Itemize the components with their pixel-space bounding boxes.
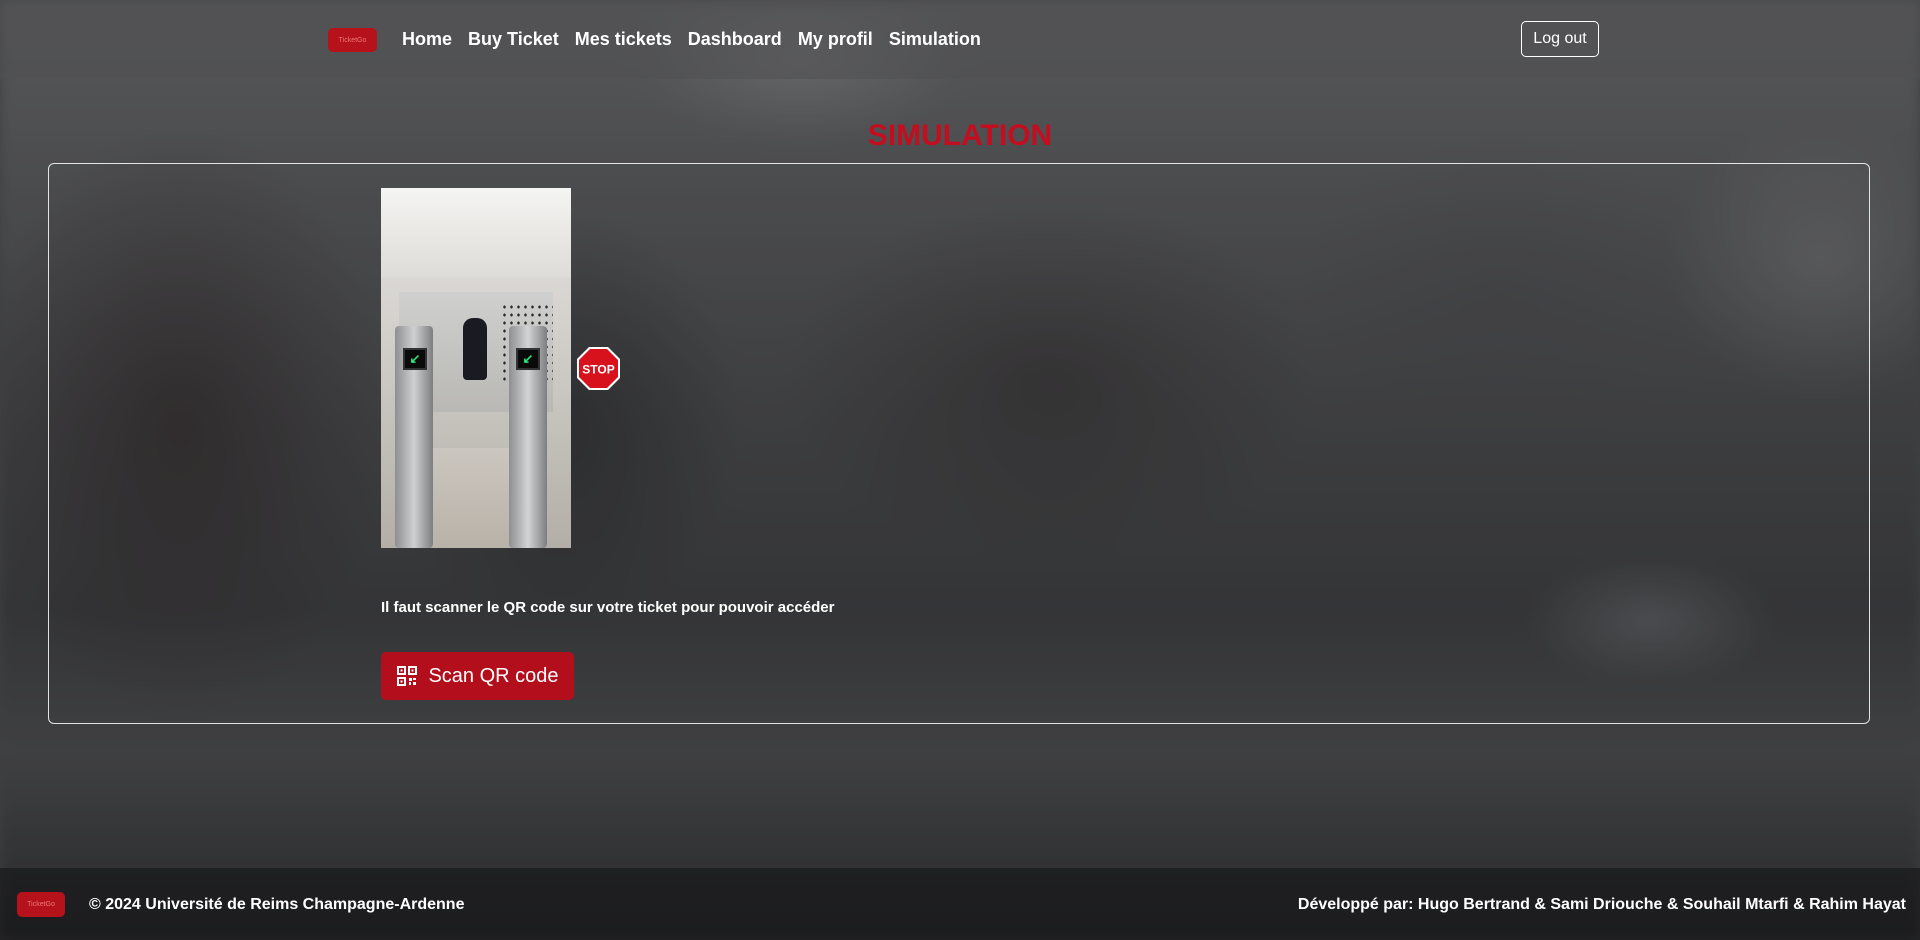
metro-gate-image: ↙ ↙ [381, 188, 571, 548]
nav-link-simulation[interactable]: Simulation [889, 29, 981, 50]
page-title: SIMULATION [867, 119, 1053, 152]
brand-logo[interactable]: TicketGo [328, 28, 377, 52]
nav-links: Home Buy Ticket Mes tickets Dashboard My… [402, 29, 997, 50]
simulation-panel [48, 163, 1870, 724]
svg-text:STOP: STOP [582, 363, 614, 377]
scan-qr-button[interactable]: Scan QR code [381, 652, 574, 700]
nav-link-my-profil[interactable]: My profil [798, 29, 873, 50]
qr-code-icon [397, 666, 418, 686]
scan-instruction-text: Il faut scanner le QR code sur votre tic… [381, 599, 835, 616]
copyright-text: © 2024 Université de Reims Champagne-Ard… [89, 896, 465, 913]
logout-button[interactable]: Log out [1521, 21, 1599, 57]
credits-text: Développé par: Hugo Bertrand & Sami Drio… [1297, 896, 1906, 913]
nav-link-dashboard[interactable]: Dashboard [688, 29, 782, 50]
nav-link-mes-tickets[interactable]: Mes tickets [575, 29, 672, 50]
green-arrow-icon: ↙ [516, 348, 540, 370]
footer-logo: TicketGo [17, 892, 65, 917]
nav-link-home[interactable]: Home [402, 29, 452, 50]
scan-qr-button-label: Scan QR code [428, 664, 559, 687]
green-arrow-icon: ↙ [403, 348, 427, 370]
stop-sign-icon: STOP [577, 347, 620, 390]
nav-link-buy-ticket[interactable]: Buy Ticket [468, 29, 559, 50]
navbar: TicketGo Home Buy Ticket Mes tickets Das… [0, 0, 1920, 79]
